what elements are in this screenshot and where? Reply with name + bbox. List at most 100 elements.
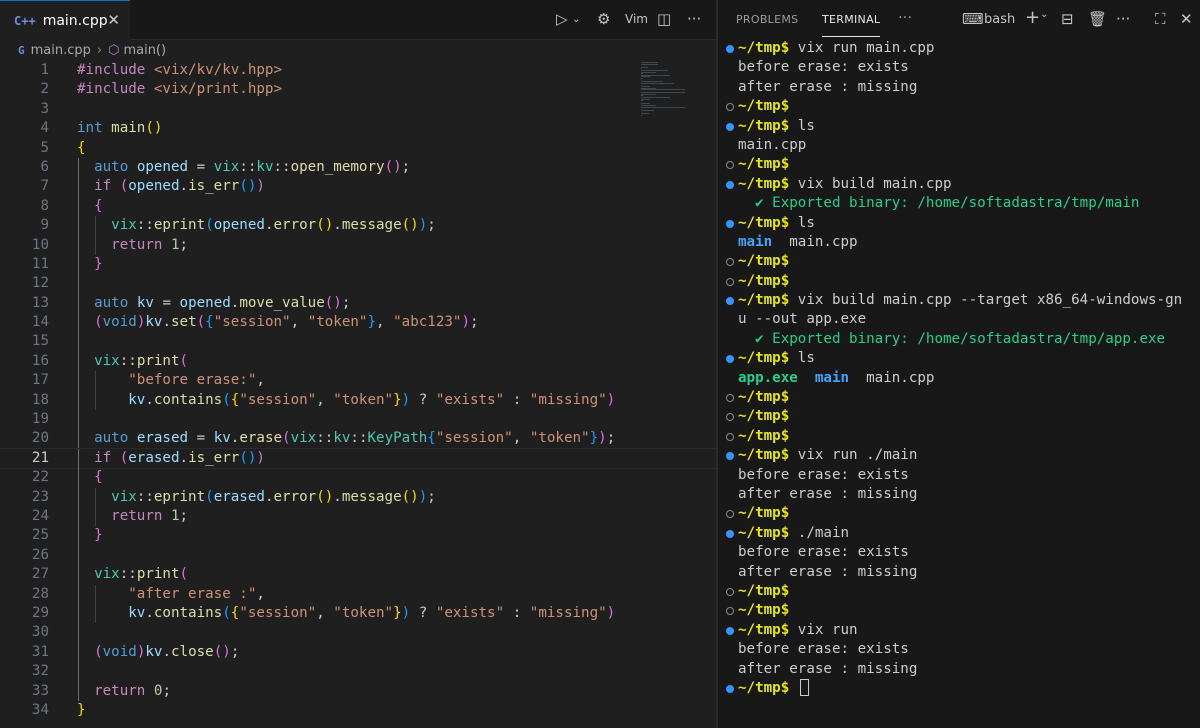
code-line[interactable]: 7 if (opened.is_err()) bbox=[0, 177, 716, 197]
code-line[interactable]: 12 bbox=[0, 274, 716, 294]
terminal-icon[interactable]: ⌨ bbox=[962, 10, 984, 28]
panel-more-icon[interactable]: ··· bbox=[898, 10, 912, 26]
command-empty-dot-icon[interactable] bbox=[726, 607, 734, 616]
code-line[interactable]: 16 vix::print( bbox=[0, 351, 716, 372]
code-line[interactable]: 26 bbox=[0, 545, 716, 566]
close-icon[interactable]: ✕ bbox=[107, 11, 120, 29]
code-line[interactable]: 5{ bbox=[0, 139, 716, 158]
code-line[interactable]: 34} bbox=[0, 701, 716, 720]
code-line[interactable]: 8 { bbox=[0, 196, 716, 217]
code-token: , bbox=[256, 372, 265, 389]
code-line[interactable]: 31 (void)kv.close(); bbox=[0, 642, 716, 663]
chevron-down-icon[interactable]: ⌄ bbox=[572, 14, 580, 25]
terminal-output[interactable]: ~/tmp$ vix run main.cpp before erase: exi… bbox=[718, 39, 1200, 698]
code-line[interactable]: 23 vix::eprint(erased.error().message())… bbox=[0, 487, 716, 507]
command-empty-dot-icon[interactable] bbox=[726, 413, 734, 422]
code-token: KeyPath bbox=[367, 430, 428, 447]
terminal-shell-label[interactable]: bash bbox=[984, 12, 1015, 27]
command-empty-dot-icon[interactable] bbox=[726, 103, 734, 112]
code-line[interactable]: 10 return 1; bbox=[0, 235, 716, 255]
code-line[interactable]: 3 bbox=[0, 100, 716, 119]
code-line[interactable]: 9 vix::eprint(opened.error().message()); bbox=[0, 216, 716, 236]
terminal-line: main.cpp bbox=[718, 136, 1200, 155]
breadcrumb-symbol[interactable]: main() bbox=[123, 43, 166, 58]
code-line[interactable]: 11 } bbox=[0, 254, 716, 275]
code-area[interactable]: 1 #include <vix/kv/kv.hpp> 2 #include <vix/… bbox=[0, 61, 716, 720]
command-empty-dot-icon[interactable] bbox=[726, 161, 734, 170]
terminal-panel: PROBLEMS TERMINAL ··· ⌨ bash + ⌄ ⊟ 🗑 ···… bbox=[718, 0, 1200, 728]
command-success-dot-icon[interactable] bbox=[726, 180, 734, 189]
command-success-dot-icon[interactable] bbox=[726, 219, 734, 228]
chevron-down-icon[interactable]: ⌄ bbox=[1040, 9, 1048, 20]
code-line[interactable]: 4 int main() bbox=[0, 119, 716, 138]
minimap[interactable] bbox=[641, 62, 701, 122]
breadcrumb-file[interactable]: main.cpp bbox=[31, 43, 91, 58]
code-line[interactable]: 14 (void)kv.set({"session", "token"}, "a… bbox=[0, 313, 716, 333]
terminal-text: ~/tmp$ ls bbox=[738, 349, 815, 368]
vim-label[interactable]: Vim bbox=[625, 12, 648, 26]
command-empty-dot-icon[interactable] bbox=[726, 277, 734, 286]
code-token: () bbox=[316, 488, 334, 505]
code-token: ; bbox=[470, 314, 479, 331]
line-number: 32 bbox=[31, 663, 49, 680]
code-line[interactable]: 24 return 1; bbox=[0, 506, 716, 527]
command-success-dot-icon[interactable] bbox=[726, 529, 734, 538]
code-token: return bbox=[94, 682, 154, 699]
code-line[interactable]: 30 bbox=[0, 623, 716, 643]
command-empty-dot-icon[interactable] bbox=[726, 587, 734, 596]
command-empty-dot-icon[interactable] bbox=[726, 510, 734, 519]
tab-terminal[interactable]: TERMINAL bbox=[822, 13, 880, 26]
more-actions-icon[interactable]: ··· bbox=[1116, 10, 1130, 28]
code-line[interactable]: 20 auto erased = kv.erase(vix::kv::KeyPa… bbox=[0, 429, 716, 449]
maximize-icon[interactable]: ⛶ bbox=[1155, 10, 1166, 28]
more-actions-icon[interactable]: ··· bbox=[687, 10, 701, 28]
shell-prompt: ~/tmp$ bbox=[738, 156, 790, 173]
code-line[interactable]: 17 "before erase:", bbox=[0, 371, 716, 391]
code-line[interactable]: 15 bbox=[0, 332, 716, 352]
split-terminal-icon[interactable]: ⊟ bbox=[1061, 10, 1074, 28]
code-line[interactable]: 29 kv.contains({"session", "token"}) ? "… bbox=[0, 603, 716, 624]
gear-icon[interactable]: ⚙ bbox=[597, 10, 610, 28]
minimap-line bbox=[641, 63, 658, 65]
close-icon[interactable]: ✕ bbox=[1180, 10, 1193, 28]
terminal-line: ~/tmp$ ls bbox=[718, 117, 1200, 136]
code-token: :: bbox=[136, 488, 154, 505]
code-line[interactable]: 32 bbox=[0, 662, 716, 682]
code-line[interactable]: 1 #include <vix/kv/kv.hpp> bbox=[0, 61, 716, 80]
code-token: , bbox=[316, 604, 334, 621]
code-token: erased bbox=[128, 449, 180, 466]
code-line[interactable]: 25 } bbox=[0, 526, 716, 546]
command-success-dot-icon[interactable] bbox=[726, 684, 734, 693]
command-success-dot-icon[interactable] bbox=[726, 355, 734, 364]
split-editor-icon[interactable]: ◫ bbox=[657, 10, 671, 28]
code-line[interactable]: 13 auto kv = opened.move_value(); bbox=[0, 293, 716, 314]
trash-icon[interactable]: 🗑 bbox=[1088, 10, 1107, 28]
command-success-dot-icon[interactable] bbox=[726, 297, 734, 306]
shell-command: vix run ./main bbox=[789, 447, 918, 464]
code-line[interactable]: 6 auto opened = vix::kv::open_memory(); bbox=[0, 157, 716, 178]
code-line[interactable]: 18 kv.contains({"session", "token"}) ? "… bbox=[0, 390, 716, 411]
code-line[interactable]: 22 { bbox=[0, 468, 716, 488]
command-success-dot-icon[interactable] bbox=[726, 122, 734, 131]
code-token: } bbox=[94, 255, 103, 272]
command-success-dot-icon[interactable] bbox=[726, 45, 734, 53]
plus-icon[interactable]: + bbox=[1025, 7, 1040, 28]
code-line[interactable]: 27 vix::print( bbox=[0, 565, 716, 585]
code-token: () bbox=[316, 217, 334, 234]
command-empty-dot-icon[interactable] bbox=[726, 432, 734, 441]
code-token: "missing" bbox=[529, 391, 607, 408]
minimap-line bbox=[641, 100, 644, 102]
code-line[interactable]: 19 bbox=[0, 410, 716, 430]
code-line[interactable]: 2 #include <vix/print.hpp> bbox=[0, 80, 716, 99]
line-number: 19 bbox=[31, 411, 49, 428]
command-empty-dot-icon[interactable] bbox=[726, 394, 734, 403]
command-success-dot-icon[interactable] bbox=[726, 452, 734, 461]
command-success-dot-icon[interactable] bbox=[726, 626, 734, 635]
code-line[interactable]: 28 "after erase :", bbox=[0, 584, 716, 604]
command-empty-dot-icon[interactable] bbox=[726, 258, 734, 267]
code-line[interactable]: 21 if (erased.is_err()) bbox=[0, 447, 716, 470]
tab-problems[interactable]: PROBLEMS bbox=[736, 13, 798, 26]
code-line[interactable]: 33 return 0; bbox=[0, 681, 716, 701]
tab-main-cpp[interactable]: C++ main.cpp ✕ bbox=[0, 0, 130, 40]
run-debug-icon[interactable]: ▷ bbox=[556, 10, 568, 28]
